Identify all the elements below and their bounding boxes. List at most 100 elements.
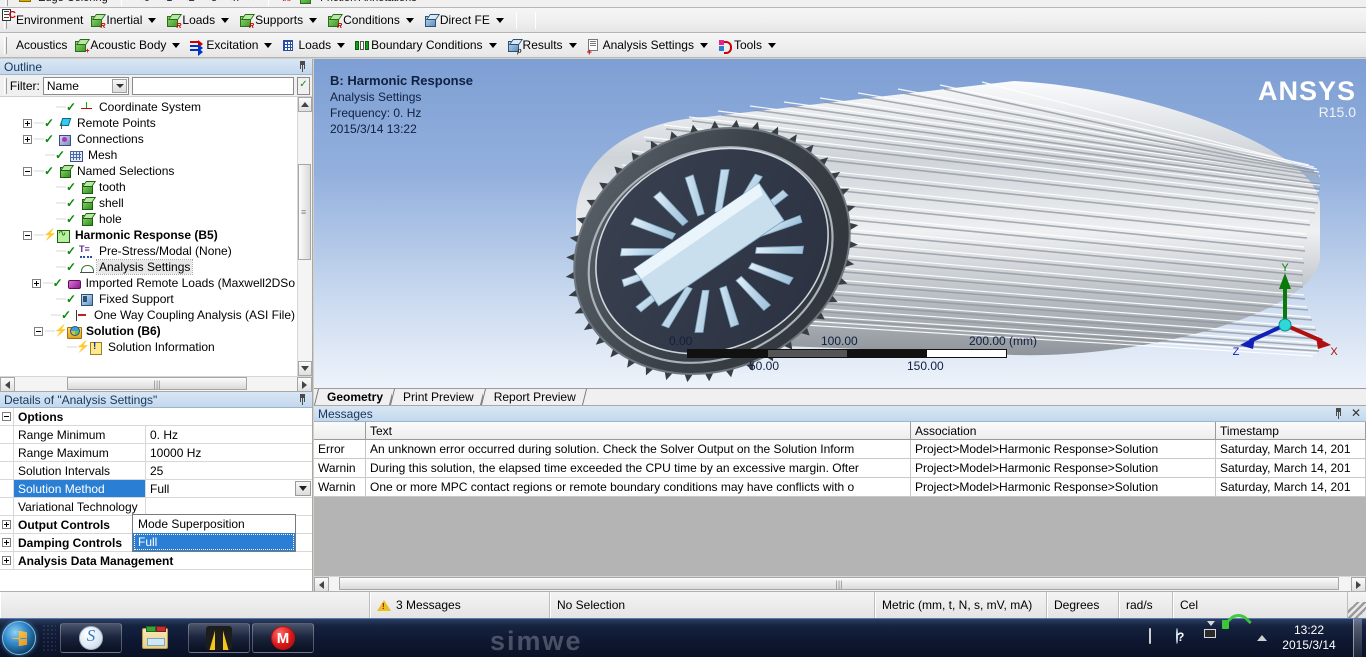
outline-horizontal-scrollbar[interactable]: ||| <box>0 376 312 392</box>
keyboard-tray-icon[interactable] <box>1149 628 1167 647</box>
details-table[interactable]: Options Range Minimum 0. Hz Range Maximum 10… <box>0 408 312 591</box>
status-messages-cell[interactable]: 3 Messages <box>370 592 550 618</box>
tree-item-analysis-settings[interactable]: Analysis Settings <box>0 259 297 275</box>
thickness-3-icon[interactable]: ✎3 <box>202 0 217 4</box>
messages-column-header[interactable] <box>314 422 366 439</box>
tools-caret-icon[interactable] <box>767 42 776 48</box>
expand-icon[interactable] <box>2 556 11 565</box>
scroll-up-button[interactable] <box>298 97 312 112</box>
acoustic-loads-button[interactable]: Loads <box>278 35 351 56</box>
tools-button[interactable]: Tools <box>714 35 782 56</box>
sogou-input-button[interactable] <box>60 623 122 653</box>
dropdown-option[interactable]: Mode Superposition <box>133 515 295 533</box>
tree-item-imported-remote-loads-maxwell2dso[interactable]: Imported Remote Loads (Maxwell2DSo <box>0 275 297 291</box>
outline-vertical-scrollbar[interactable] <box>297 97 312 376</box>
details-property-value[interactable]: 0. Hz <box>146 426 312 443</box>
outline-pin-icon[interactable] <box>297 61 308 72</box>
inertial-button[interactable]: R Inertial <box>86 10 162 31</box>
supports-caret-icon[interactable] <box>309 17 318 23</box>
inertial-caret-icon[interactable] <box>148 17 157 23</box>
outline-scroll-track[interactable] <box>298 112 312 361</box>
thickness-2-icon[interactable]: ✎2 <box>179 0 194 4</box>
tree-item-coordinate-system[interactable]: Coordinate System <box>0 99 297 115</box>
tree-item-hole[interactable]: hole <box>0 211 297 227</box>
messages-row[interactable]: Warnin One or more MPC contact regions or… <box>314 478 1366 497</box>
graphics-viewport[interactable]: B: Harmonic Response Analysis Settings F… <box>314 59 1366 388</box>
conditions-button[interactable]: R Conditions <box>323 10 420 31</box>
messages-hscroll-thumb[interactable]: ||| <box>339 577 1339 590</box>
axis-triad[interactable]: Y X Z <box>1230 262 1340 358</box>
tree-item-shell[interactable]: shell <box>0 195 297 211</box>
messages-grid[interactable]: Text Association Timestamp Error An unknown… <box>314 422 1366 576</box>
loads-button[interactable]: R Loads <box>162 10 235 31</box>
details-row[interactable]: Range Minimum 0. Hz <box>0 426 312 444</box>
analysis-settings-button[interactable]: Analysis Settings <box>583 35 714 56</box>
chevron-down-icon[interactable] <box>112 78 128 93</box>
messages-column-header[interactable]: Association <box>911 422 1216 439</box>
toolbar-grip[interactable] <box>5 0 8 6</box>
messages-body[interactable]: Error An unknown error occurred during so… <box>314 440 1366 497</box>
messages-header-row[interactable]: Text Association Timestamp <box>314 422 1366 440</box>
acoustics-toolbar[interactable]: Acoustics + Acoustic Body Excitation Loa… <box>0 33 1366 58</box>
thickness-x-icon[interactable]: ✎x <box>224 0 239 4</box>
environment-toolbar[interactable]: Environment R Inertial R Loads R Support… <box>0 8 1366 33</box>
solution-method-dropdown-list[interactable]: Mode Superposition Full <box>132 514 296 552</box>
conditions-caret-icon[interactable] <box>405 17 414 23</box>
collapse-icon[interactable] <box>23 230 32 240</box>
tree-item-one-way-coupling-analysis-asi-file[interactable]: One Way Coupling Analysis (ASI File) <box>0 307 297 323</box>
chevron-down-icon[interactable] <box>295 481 311 496</box>
filter-text-input[interactable] <box>132 76 295 95</box>
taskbar-clock[interactable]: 13:22 2015/3/14 <box>1276 623 1342 653</box>
boundary-conditions-caret-icon[interactable] <box>488 42 497 48</box>
tree-item-solution-information[interactable]: Solution Information <box>0 339 297 355</box>
excitation-caret-icon[interactable] <box>264 42 273 48</box>
show-hidden-icons-icon[interactable] <box>1257 635 1267 641</box>
filter-apply-button[interactable] <box>297 76 310 95</box>
details-row[interactable]: Solution Method Full <box>0 480 312 498</box>
excitation-button[interactable]: Excitation <box>186 35 278 56</box>
tab-geometry[interactable]: Geometry <box>316 389 393 405</box>
loads-caret-icon[interactable] <box>221 17 230 23</box>
messages-hscroll-track[interactable]: ||| <box>329 577 1351 591</box>
taskbar-drag-handle[interactable] <box>42 624 56 652</box>
scroll-right-button[interactable] <box>297 377 312 392</box>
results-caret-icon[interactable] <box>568 42 577 48</box>
details-row[interactable]: Solution Intervals 25 <box>0 462 312 480</box>
start-button[interactable] <box>2 621 36 655</box>
acoustic-loads-caret-icon[interactable] <box>337 42 346 48</box>
tree-item-connections[interactable]: Connections <box>0 131 297 147</box>
expand-icon[interactable] <box>23 134 32 144</box>
outline-hscroll-track[interactable]: ||| <box>15 377 297 391</box>
tree-item-remote-points[interactable]: Remote Points <box>0 115 297 131</box>
messages-scroll-left-button[interactable] <box>314 577 329 592</box>
direct-fe-caret-icon[interactable] <box>495 17 504 23</box>
outline-scroll-thumb[interactable] <box>298 164 311 260</box>
file-explorer-button[interactable] <box>124 623 186 653</box>
messages-pin-icon[interactable] <box>1333 408 1344 419</box>
clipped-toolbar[interactable]: Edge Coloring ✎0 ✎1 ✎2 ✎3 ✎x ✎ ‖‖ Fricti… <box>0 0 1366 8</box>
dropdown-option[interactable]: Full <box>133 533 295 551</box>
tree-item-harmonic-response-b5[interactable]: Harmonic Response (B5) <box>0 227 297 243</box>
tree-item-pre-stress-modal-none[interactable]: Pre-Stress/Modal (None) <box>0 243 297 259</box>
details-property-value[interactable]: Full <box>146 480 312 497</box>
viewport-tabs[interactable]: Geometry Print Preview Report Preview <box>314 388 1366 405</box>
details-property-value[interactable]: 10000 Hz <box>146 444 312 461</box>
messages-scroll-right-button[interactable] <box>1351 577 1366 592</box>
outline-filter-row[interactable]: Filter: Name <box>0 75 312 97</box>
tree-item-named-selections[interactable]: Named Selections <box>0 163 297 179</box>
collapse-icon[interactable] <box>34 326 43 336</box>
details-property-value[interactable]: 25 <box>146 462 312 479</box>
messages-column-header[interactable]: Text <box>366 422 911 439</box>
details-pin-icon[interactable] <box>297 394 308 405</box>
scroll-left-button[interactable] <box>0 377 15 392</box>
outline-hscroll-thumb[interactable]: ||| <box>67 377 247 390</box>
expand-icon[interactable] <box>2 538 11 547</box>
show-desktop-button[interactable] <box>1353 618 1362 657</box>
messages-row[interactable]: Error An unknown error occurred during so… <box>314 440 1366 459</box>
filter-mode-select[interactable]: Name <box>42 76 130 95</box>
details-row[interactable]: Range Maximum 10000 Hz <box>0 444 312 462</box>
collapse-icon[interactable] <box>2 412 11 421</box>
report-comment-button[interactable] <box>2 9 529 31</box>
acoustic-body-caret-icon[interactable] <box>172 42 181 48</box>
direct-fe-button[interactable]: Direct FE <box>420 10 510 31</box>
